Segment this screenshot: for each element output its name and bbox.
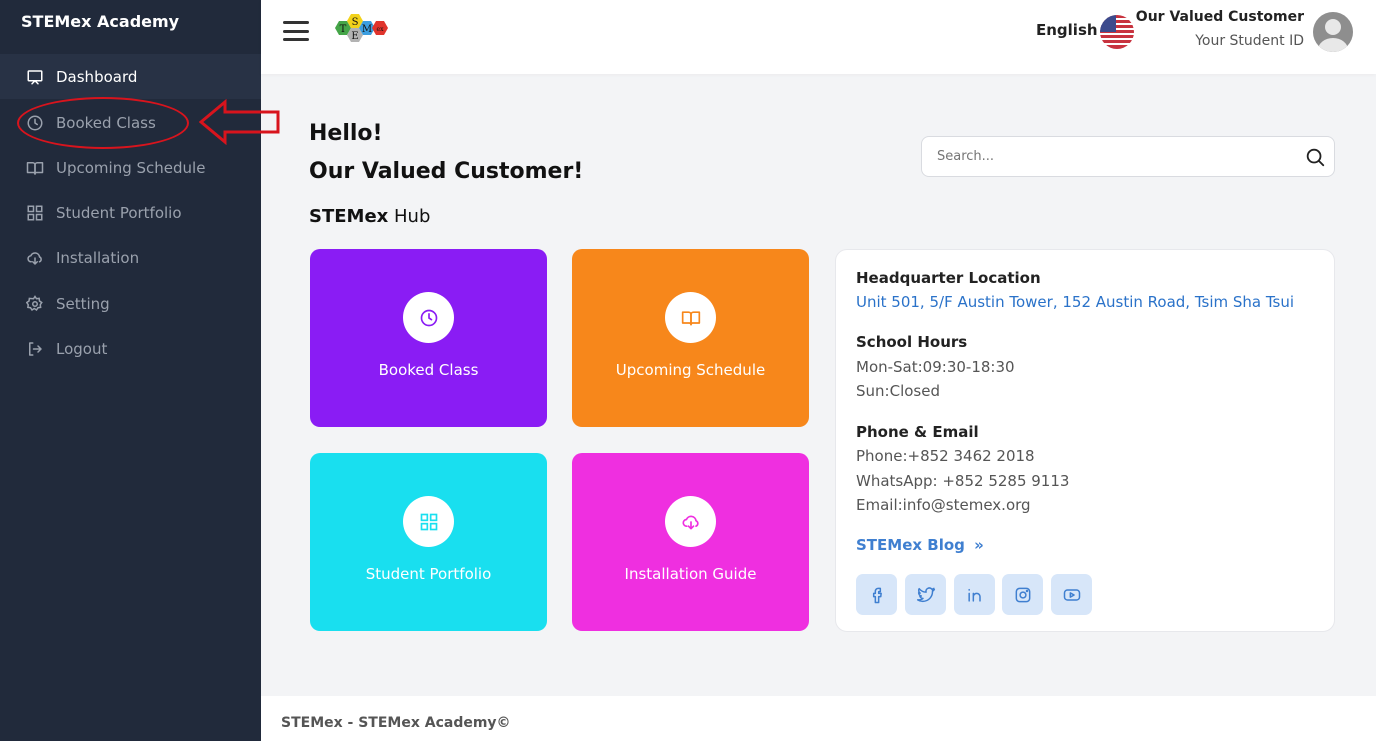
tile-label: Student Portfolio [365, 565, 492, 583]
twitter-icon [916, 586, 935, 602]
twitter-button[interactable] [905, 574, 946, 615]
hours-weekday: Mon-Sat:09:30-18:30 [856, 358, 1015, 376]
svg-text:M: M [362, 24, 372, 35]
search-input[interactable] [922, 137, 1282, 176]
greeting-hello: Hello! [309, 121, 383, 146]
book-icon [25, 158, 45, 178]
monitor-icon [25, 67, 45, 87]
instagram-button[interactable] [1002, 574, 1043, 615]
linkedin-button[interactable] [954, 574, 995, 615]
tile-icon-circle [403, 292, 454, 343]
brand-title: STEMex Academy [21, 12, 180, 31]
sidebar-item-booked-class[interactable]: Booked Class [0, 100, 261, 145]
youtube-button[interactable] [1051, 574, 1092, 615]
grid-icon [420, 513, 437, 530]
book-icon [681, 310, 700, 325]
contact-info-card: Headquarter Location Unit 501, 5/F Austi… [835, 249, 1335, 632]
sidebar-item-dashboard[interactable]: Dashboard [0, 54, 261, 99]
svg-text:S: S [352, 17, 359, 28]
tile-icon-circle [665, 496, 716, 547]
sidebar-item-student-portfolio[interactable]: Student Portfolio [0, 190, 261, 235]
clock-icon [420, 309, 437, 326]
svg-text:E: E [351, 31, 358, 42]
youtube-icon [1063, 588, 1080, 601]
cloud-download-icon [25, 248, 45, 268]
sidebar-item-label: Student Portfolio [56, 203, 182, 222]
hq-address-link[interactable]: Unit 501, 5/F Austin Tower, 152 Austin R… [856, 293, 1294, 311]
sidebar-item-setting[interactable]: Setting [0, 281, 261, 326]
search-box [921, 136, 1335, 177]
blog-link[interactable]: STEMex Blog » [856, 536, 984, 554]
facebook-button[interactable] [856, 574, 897, 615]
sidebar-item-installation[interactable]: Installation [0, 235, 261, 280]
double-chevron-right-icon: » [974, 536, 984, 554]
tile-label: Upcoming Schedule [615, 361, 766, 379]
search-icon[interactable] [1304, 146, 1326, 168]
hq-heading: Headquarter Location [856, 269, 1041, 287]
hours-sunday: Sun:Closed [856, 382, 940, 400]
topbar: T S E M ex English Our Valued Customer Y… [261, 0, 1376, 74]
sidebar-item-logout[interactable]: Logout [0, 326, 261, 371]
sidebar-item-label: Setting [56, 294, 110, 313]
user-avatar-icon [1313, 12, 1353, 52]
facebook-icon [872, 587, 882, 603]
tile-booked-class[interactable]: Booked Class [310, 249, 547, 427]
sidebar-item-upcoming-schedule[interactable]: Upcoming Schedule [0, 145, 261, 190]
grid-icon [25, 203, 45, 223]
avatar[interactable] [1313, 12, 1353, 52]
logout-icon [25, 339, 45, 359]
tile-installation-guide[interactable]: Installation Guide [572, 453, 809, 631]
footer: STEMex - STEMex Academy© [261, 696, 1376, 741]
footer-text: STEMex - STEMex Academy© [281, 715, 511, 731]
email-text: Email:info@stemex.org [856, 496, 1031, 514]
sidebar-item-label: Logout [56, 339, 108, 358]
stemex-logo: T S E M ex [335, 14, 388, 42]
greeting-customer: Our Valued Customer! [309, 159, 584, 184]
sidebar-item-label: Booked Class [56, 113, 156, 132]
user-name: Our Valued Customer [1135, 9, 1304, 25]
hours-heading: School Hours [856, 333, 968, 351]
clock-icon [25, 113, 45, 133]
instagram-icon [1015, 587, 1030, 602]
svg-text:T: T [340, 24, 347, 35]
language-selector[interactable]: English [1036, 21, 1098, 39]
phone-text: Phone:+852 3462 2018 [856, 447, 1035, 465]
whatsapp-text: WhatsApp: +852 5285 9113 [856, 472, 1070, 490]
tile-icon-circle [403, 496, 454, 547]
us-flag-icon[interactable] [1100, 15, 1134, 49]
tile-upcoming-schedule[interactable]: Upcoming Schedule [572, 249, 809, 427]
tile-label: Booked Class [378, 361, 479, 379]
svg-text:ex: ex [377, 26, 385, 33]
tile-label: Installation Guide [624, 565, 757, 583]
sidebar-item-label: Installation [56, 248, 140, 267]
gear-icon [25, 294, 45, 314]
sidebar-item-label: Dashboard [56, 67, 138, 86]
sidebar-item-label: Upcoming Schedule [56, 158, 206, 177]
student-id: Your Student ID [1195, 33, 1304, 49]
cloud-download-icon [681, 515, 699, 529]
hamburger-menu-icon[interactable] [283, 21, 309, 41]
hub-title: STEMex Hub [309, 206, 431, 227]
blog-link-label: STEMex Blog [856, 536, 965, 554]
tile-student-portfolio[interactable]: Student Portfolio [310, 453, 547, 631]
linkedin-icon [967, 588, 981, 602]
tile-icon-circle [665, 292, 716, 343]
contact-heading: Phone & Email [856, 423, 979, 441]
sidebar: STEMex Academy Dashboard Booked Class Up… [0, 0, 261, 741]
